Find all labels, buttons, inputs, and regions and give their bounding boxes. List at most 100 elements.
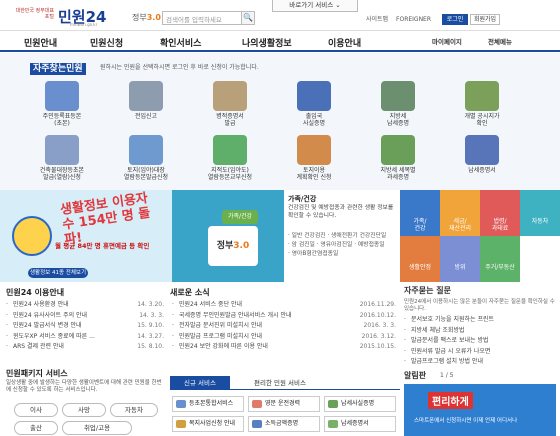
banner-detail-item[interactable]: · 일반 건강검진 · 생애전환기 건강진단일 (288, 232, 400, 241)
notice-board-title: 알림판 (404, 371, 427, 380)
faq-desc: 민원24에서 이용하시는 많은 분들이 자주묻는 질문을 확인하실 수 있습니다… (404, 299, 555, 312)
search-button[interactable]: 🔍 (241, 11, 255, 25)
package-move-button[interactable]: 이사 (14, 403, 58, 417)
package-death-button[interactable]: 사망 (62, 403, 106, 417)
nav-item-lifeinfo[interactable]: 나의생활정보 (242, 36, 292, 49)
join-button[interactable]: 회원가입 (470, 14, 500, 25)
sitemap-link[interactable]: 사이트맵 (366, 16, 388, 23)
list-item-title: 전자발급 문서진위 미설치시 안내 (179, 322, 263, 329)
search-input[interactable]: 검색어를 입력하세요 (162, 11, 242, 25)
banner-sub: 월 평균 84만 명 휴면예금 등 확인 (55, 242, 150, 250)
list-item[interactable]: 민원24 발급서식 변경 안내 15. 9.10. (6, 321, 164, 332)
tab-convenient-services[interactable]: 편리한 민원 서비스 (230, 376, 330, 390)
list-item-title: 민원서류 발급 시 오류가 나오면 (411, 347, 491, 355)
list-item[interactable]: 전자발급 문서진위 미설치시 안내 2016. 3. 3. (172, 321, 396, 332)
list-item[interactable]: 문서보호 기능을 지원하는 프린트 (404, 315, 556, 326)
service-button[interactable]: 영문 운전경력 (248, 396, 320, 412)
category-tile[interactable]: 가족/건강 (400, 190, 440, 236)
notice-board-ad[interactable]: 편리하게 스마트폰에서 신청하시면 이제 언제 어디서나 (404, 384, 556, 436)
quick-service-label: 토지이용 계획확인 신청 (296, 167, 332, 181)
list-item-title: 문서보호 기능을 지원하는 프린트 (411, 316, 495, 323)
package-service-title: 민원패키지 서비스 (6, 369, 68, 378)
service-button[interactable]: 납세사실증명 (324, 396, 396, 412)
quick-service-item[interactable]: 지방세 세목별 과세증명 (364, 135, 432, 181)
list-item[interactable]: ARS 결제 관련 안내 15. 8.10. (6, 342, 164, 353)
service-icon (213, 135, 247, 165)
service-button[interactable]: 등초본통합서비스 (172, 396, 244, 412)
list-item[interactable]: 민원발급 프로그램 미설치시 안내 2016. 3.12. (172, 332, 396, 343)
faq-list: 문서보호 기능을 지원하는 프린트지방세 체납 조회방법발급문서를 팩스로 보내… (404, 315, 556, 368)
nav-item-apply[interactable]: 민원신청 (90, 36, 123, 49)
list-item[interactable]: 민원24 유사사이트 주의 안내 14. 3. 3. (6, 311, 164, 322)
quick-service-item[interactable]: 주민등록표등본 (초본) (28, 81, 96, 127)
banner-detail-title: 가족/건강 (288, 195, 317, 203)
quick-service-item[interactable]: 병적증명서 발급 (196, 81, 264, 127)
gov30-text: 정부 (132, 13, 147, 22)
quick-service-item[interactable]: 지방세 납세증명 (364, 81, 432, 127)
quick-service-item[interactable]: 출입국 사실증명 (280, 81, 348, 127)
foreigner-link[interactable]: FOREIGNER (396, 16, 431, 23)
banner-detail-item[interactable]: · 영아B형간염접종일 (288, 250, 400, 259)
quick-service-item[interactable]: 지적도(임야도) 열람등본교부신청 (196, 135, 264, 181)
quick-service-item[interactable]: 토지(임야)대장 열람등본발급신청 (112, 135, 180, 181)
main-nav: 민원안내 민원신청 확인서비스 나의생활정보 이용안내 마이페이지 전체메뉴 (0, 30, 560, 52)
nav-item-check[interactable]: 확인서비스 (160, 36, 201, 49)
nav-item-guide[interactable]: 민원안내 (24, 36, 57, 49)
list-item-date: 15. 8.10. (137, 343, 164, 350)
quick-services-title: 자주찾는민원 (30, 61, 86, 75)
category-tile[interactable]: 생활안정 (400, 236, 440, 282)
mypage-link[interactable]: 마이페이지 (432, 36, 462, 46)
usage-guide-list: 민원24 사용환경 안내 14. 3.20. 민원24 유사사이트 주의 안내 14.… (6, 300, 164, 353)
category-tile[interactable]: 주거/부동산 (480, 236, 520, 282)
list-item-title: 발급프로그램 설치 방법 안내 (411, 358, 483, 365)
list-item[interactable]: 민원24 서비스 중단 안내 2016.11.29. (172, 300, 396, 311)
list-item[interactable]: 민원24 사용환경 안내 14. 3.20. (6, 300, 164, 311)
quick-menu-dropdown[interactable]: 바로가기 서비스 ⌄ (272, 0, 358, 12)
banner-all-button[interactable]: 생활정보 41종 전체보기 (28, 268, 88, 278)
quick-service-item[interactable]: 개별 공시지가 확인 (448, 81, 516, 127)
service-button[interactable]: 복지사업신청 안내 (172, 416, 244, 432)
list-item[interactable]: 지방세 체납 조회방법 (404, 326, 556, 337)
service-icon (297, 81, 331, 111)
service-icon (213, 81, 247, 111)
package-car-button[interactable]: 자동차 (110, 403, 158, 417)
gov30-logo[interactable]: 정부3.0 (132, 12, 161, 23)
quick-service-item[interactable]: 토지이용 계획확인 신청 (280, 135, 348, 181)
list-item[interactable]: 민원서류 발급 시 오류가 나오면 (404, 347, 556, 358)
service-button[interactable]: 납세증명서 (324, 416, 396, 432)
list-item[interactable]: 발급문서를 팩스로 보내는 방법 (404, 336, 556, 347)
package-birth-button[interactable]: 출산 (14, 421, 58, 435)
site-logo[interactable]: 대한민국 정부대표포털 민원24 minwon.go.kr (14, 6, 114, 28)
category-tile[interactable]: 방위 (440, 236, 480, 282)
list-item[interactable]: 발급프로그램 설치 방법 안내 (404, 357, 556, 368)
package-job-button[interactable]: 취업/고용 (62, 421, 132, 435)
quick-service-label: 지방세 세목별 과세증명 (380, 167, 416, 181)
login-button[interactable]: 로그인 (442, 14, 468, 25)
service-button-label: 복지사업신청 안내 (189, 420, 236, 427)
banner-promo[interactable]: 생활정보 이용자수 154만 명 돌파! 월 평균 84만 명 휴면예금 등 확… (0, 190, 172, 282)
service-button[interactable]: 소득금액증명 (248, 416, 320, 432)
list-item-date: 2016. 3. 3. (363, 322, 396, 329)
quick-service-item[interactable]: 전입신고 (112, 81, 180, 120)
banner-detail-item[interactable]: · 암 검진일 · 영유아검진일 · 예방접종일 (288, 241, 400, 250)
quick-service-label: 납세증명서 (468, 167, 496, 174)
quick-service-item[interactable]: 건축물대장등초본 발급(열람)신청 (28, 135, 96, 181)
quick-service-item[interactable]: 납세증명서 (448, 135, 516, 174)
gov30-num: 3.0 (146, 13, 161, 22)
all-menu-button[interactable]: 전체메뉴 (488, 36, 512, 46)
category-tile[interactable]: 법령/과태료 (480, 190, 520, 236)
nav-item-usage[interactable]: 이용안내 (328, 36, 361, 49)
category-tile[interactable]: 자동차 (520, 190, 560, 236)
list-item[interactable]: 민원24 보안 강화에 따른 이용 안내 2015.10.15. (172, 342, 396, 353)
package-service-desc: 일상생활 중에 발생하는 다양한 생활이벤트에 대해 관련 민원을 한번에 신청… (6, 380, 162, 393)
service-button-label: 등초본통합서비스 (189, 400, 234, 407)
quick-service-label: 출입국 사실증명 (302, 113, 326, 127)
service-tabs: 신규 서비스 편리한 민원 서비스 (170, 376, 400, 390)
list-item-date: 2015.10.15. (359, 343, 396, 350)
tab-new-services[interactable]: 신규 서비스 (170, 376, 230, 390)
welfare-icon (176, 420, 186, 428)
list-item[interactable]: 윈도우XP 서비스 종료에 따른 ... 14. 3.27. (6, 332, 164, 343)
list-item[interactable]: 국세증명 무인민원발급 안내서비스 개시 안내 2016.10.12. (172, 311, 396, 322)
list-item-date: 15. 9.10. (137, 322, 164, 329)
category-tile[interactable]: 세금/재산관리 (440, 190, 480, 236)
